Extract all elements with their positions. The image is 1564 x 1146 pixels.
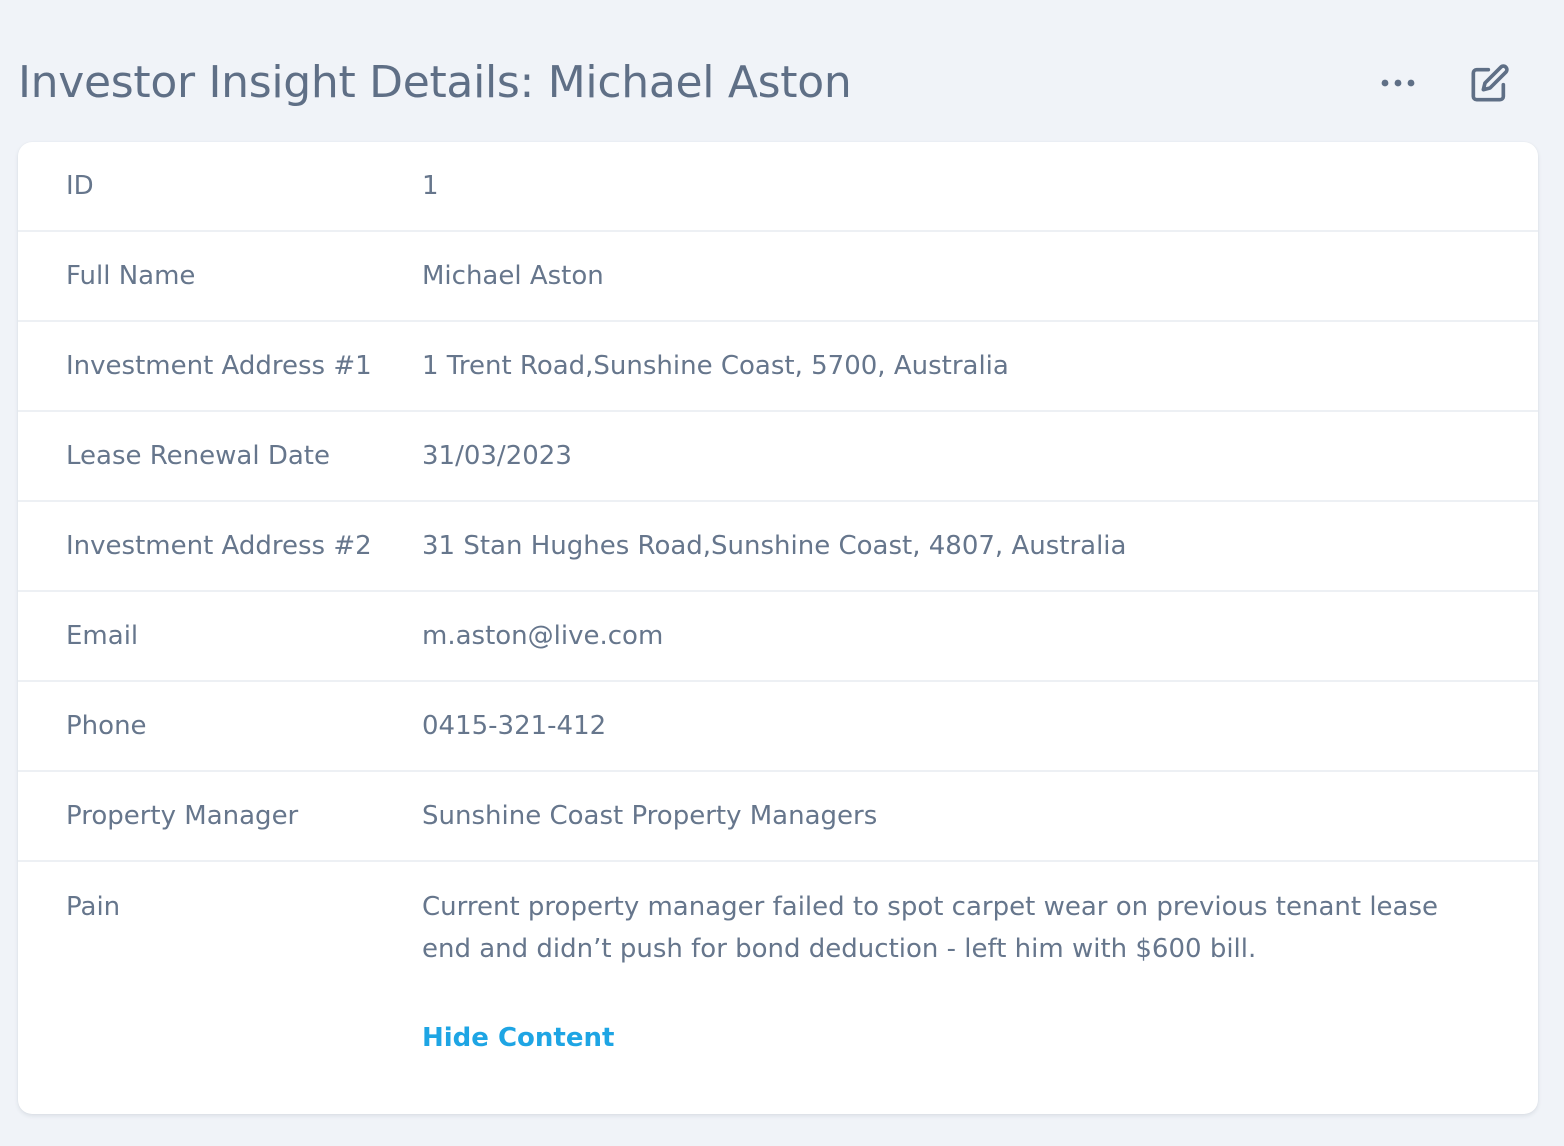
field-label: Full Name bbox=[66, 261, 196, 291]
detail-row-property-manager: Property Manager Sunshine Coast Property… bbox=[18, 772, 1538, 862]
page-header: Investor Insight Details: Michael Aston bbox=[18, 50, 1538, 116]
edit-icon bbox=[1471, 64, 1509, 102]
detail-row-email: Email m.aston@live.com bbox=[18, 592, 1538, 682]
hide-content-link[interactable]: Hide Content bbox=[422, 1018, 614, 1058]
field-label: Phone bbox=[66, 711, 147, 741]
more-horizontal-icon bbox=[1381, 79, 1415, 87]
field-value: m.aston@live.com bbox=[422, 621, 664, 651]
field-value: Sunshine Coast Property Managers bbox=[422, 801, 878, 831]
detail-row-investment-address-1: Investment Address #1 1 Trent Road,Sunsh… bbox=[18, 322, 1538, 412]
field-value: 0415-321-412 bbox=[422, 711, 607, 741]
field-label: Email bbox=[66, 621, 139, 651]
field-label: Pain bbox=[66, 892, 121, 922]
pain-description: Current property manager failed to spot … bbox=[422, 892, 1439, 964]
field-label: Investment Address #1 bbox=[66, 351, 372, 381]
field-value: 1 bbox=[422, 171, 439, 201]
detail-row-full-name: Full Name Michael Aston bbox=[18, 232, 1538, 322]
field-value: Michael Aston bbox=[422, 261, 604, 291]
field-label: Lease Renewal Date bbox=[66, 441, 330, 471]
detail-row-pain: Pain Current property manager failed to … bbox=[18, 862, 1538, 1098]
detail-row-lease-renewal-date: Lease Renewal Date 31/03/2023 bbox=[18, 412, 1538, 502]
field-value: 31 Stan Hughes Road,Sunshine Coast, 4807… bbox=[422, 531, 1127, 561]
field-value: 1 Trent Road,Sunshine Coast, 5700, Austr… bbox=[422, 351, 1009, 381]
page-title: Investor Insight Details: Michael Aston bbox=[18, 57, 852, 108]
field-label: Property Manager bbox=[66, 801, 299, 831]
edit-button[interactable] bbox=[1464, 58, 1516, 108]
detail-row-investment-address-2: Investment Address #2 31 Stan Hughes Roa… bbox=[18, 502, 1538, 592]
field-label: ID bbox=[66, 171, 94, 201]
more-actions-button[interactable] bbox=[1372, 58, 1424, 108]
field-label: Investment Address #2 bbox=[66, 531, 372, 561]
detail-row-phone: Phone 0415-321-412 bbox=[18, 682, 1538, 772]
details-card: ID 1 Full Name Michael Aston Investment … bbox=[18, 142, 1538, 1114]
detail-row-id: ID 1 bbox=[18, 142, 1538, 232]
field-value: 31/03/2023 bbox=[422, 441, 572, 471]
